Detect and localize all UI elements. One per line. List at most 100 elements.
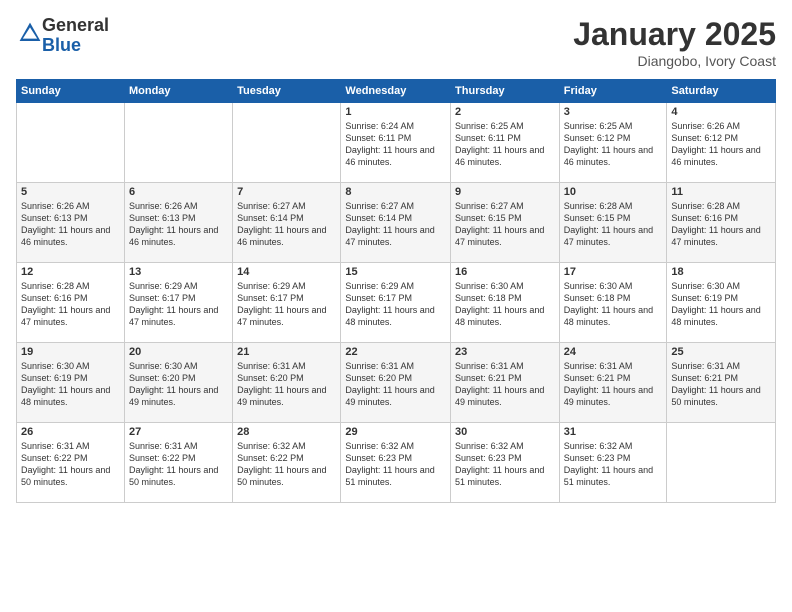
weekday-header-monday: Monday [124,80,232,103]
day-info: Sunrise: 6:27 AMSunset: 6:14 PMDaylight:… [345,200,446,249]
week-row-1: 1Sunrise: 6:24 AMSunset: 6:11 PMDaylight… [17,103,776,183]
day-info: Sunrise: 6:25 AMSunset: 6:11 PMDaylight:… [455,120,555,169]
day-info: Sunrise: 6:31 AMSunset: 6:20 PMDaylight:… [237,360,336,409]
day-cell: 14 Sunrise: 6:29 AMSunset: 6:17 PMDayligh… [233,263,341,343]
day-info: Sunrise: 6:30 AMSunset: 6:18 PMDaylight:… [455,280,555,329]
day-cell [124,103,232,183]
day-number: 25 [671,346,771,358]
day-cell: 13 Sunrise: 6:29 AMSunset: 6:17 PMDayligh… [124,263,232,343]
day-number: 22 [345,346,446,358]
day-cell: 22 Sunrise: 6:31 AMSunset: 6:20 PMDayligh… [341,343,451,423]
day-cell: 30Sunrise: 6:32 AMSunset: 6:23 PMDayligh… [451,423,560,503]
day-info: Sunrise: 6:28 AMSunset: 6:15 PMDaylight:… [564,200,663,249]
day-cell: 5 Sunrise: 6:26 AMSunset: 6:13 PMDaylight… [17,183,125,263]
day-number: 4 [671,106,771,118]
day-cell: 21 Sunrise: 6:31 AMSunset: 6:20 PMDayligh… [233,343,341,423]
day-info: Sunrise: 6:31 AMSunset: 6:22 PMDaylight:… [129,440,228,489]
day-cell: 25 Sunrise: 6:31 AMSunset: 6:21 PMDayligh… [667,343,776,423]
day-info: Sunrise: 6:30 AMSunset: 6:20 PMDaylight:… [129,360,228,409]
day-info: Sunrise: 6:30 AMSunset: 6:19 PMDaylight:… [21,360,120,409]
calendar-table: SundayMondayTuesdayWednesdayThursdayFrid… [16,79,776,503]
day-number: 19 [21,346,120,358]
day-number: 11 [671,186,771,198]
day-info: Sunrise: 6:31 AMSunset: 6:21 PMDaylight:… [671,360,771,409]
day-number: 18 [671,266,771,278]
day-number: 16 [455,266,555,278]
day-number: 31 [564,426,663,438]
day-number: 9 [455,186,555,198]
day-cell: 7 Sunrise: 6:27 AMSunset: 6:14 PMDaylight… [233,183,341,263]
day-info: Sunrise: 6:27 AMSunset: 6:15 PMDaylight:… [455,200,555,249]
day-info: Sunrise: 6:27 AMSunset: 6:14 PMDaylight:… [237,200,336,249]
day-info: Sunrise: 6:29 AMSunset: 6:17 PMDaylight:… [237,280,336,329]
day-cell: 17Sunrise: 6:30 AMSunset: 6:18 PMDayligh… [559,263,667,343]
day-cell: 3Sunrise: 6:25 AMSunset: 6:12 PMDaylight… [559,103,667,183]
day-cell: 10 Sunrise: 6:28 AMSunset: 6:15 PMDayligh… [559,183,667,263]
day-cell: 28Sunrise: 6:32 AMSunset: 6:22 PMDayligh… [233,423,341,503]
day-number: 2 [455,106,555,118]
day-info: Sunrise: 6:31 AMSunset: 6:22 PMDaylight:… [21,440,120,489]
day-info: Sunrise: 6:32 AMSunset: 6:23 PMDaylight:… [564,440,663,489]
logo-blue-text: Blue [42,35,81,55]
day-cell: 12 Sunrise: 6:28 AMSunset: 6:16 PMDayligh… [17,263,125,343]
day-info: Sunrise: 6:29 AMSunset: 6:17 PMDaylight:… [345,280,446,329]
day-number: 7 [237,186,336,198]
day-info: Sunrise: 6:32 AMSunset: 6:23 PMDaylight:… [345,440,446,489]
day-info: Sunrise: 6:30 AMSunset: 6:18 PMDaylight:… [564,280,663,329]
day-number: 3 [564,106,663,118]
day-cell: 8 Sunrise: 6:27 AMSunset: 6:14 PMDaylight… [341,183,451,263]
day-cell: 23 Sunrise: 6:31 AMSunset: 6:21 PMDayligh… [451,343,560,423]
day-info: Sunrise: 6:26 AMSunset: 6:13 PMDaylight:… [129,200,228,249]
day-number: 27 [129,426,228,438]
weekday-header-tuesday: Tuesday [233,80,341,103]
day-number: 12 [21,266,120,278]
day-info: Sunrise: 6:30 AMSunset: 6:19 PMDaylight:… [671,280,771,329]
day-cell [667,423,776,503]
day-number: 8 [345,186,446,198]
day-info: Sunrise: 6:26 AMSunset: 6:13 PMDaylight:… [21,200,120,249]
weekday-header-row: SundayMondayTuesdayWednesdayThursdayFrid… [17,80,776,103]
title-block: January 2025 Diangobo, Ivory Coast [573,16,776,69]
header: General Blue January 2025 Diangobo, Ivor… [16,16,776,69]
day-cell: 31 Sunrise: 6:32 AMSunset: 6:23 PMDayligh… [559,423,667,503]
logo-icon [18,21,42,45]
day-number: 30 [455,426,555,438]
day-cell: 15 Sunrise: 6:29 AMSunset: 6:17 PMDayligh… [341,263,451,343]
day-info: Sunrise: 6:28 AMSunset: 6:16 PMDaylight:… [21,280,120,329]
day-number: 5 [21,186,120,198]
day-cell: 2 Sunrise: 6:25 AMSunset: 6:11 PMDaylight… [451,103,560,183]
week-row-3: 12 Sunrise: 6:28 AMSunset: 6:16 PMDayligh… [17,263,776,343]
day-cell: 26 Sunrise: 6:31 AMSunset: 6:22 PMDayligh… [17,423,125,503]
day-cell: 20Sunrise: 6:30 AMSunset: 6:20 PMDayligh… [124,343,232,423]
day-number: 15 [345,266,446,278]
day-number: 26 [21,426,120,438]
day-number: 6 [129,186,228,198]
day-number: 10 [564,186,663,198]
day-cell: 18 Sunrise: 6:30 AMSunset: 6:19 PMDayligh… [667,263,776,343]
day-number: 21 [237,346,336,358]
day-number: 13 [129,266,228,278]
day-info: Sunrise: 6:29 AMSunset: 6:17 PMDaylight:… [129,280,228,329]
weekday-header-friday: Friday [559,80,667,103]
day-info: Sunrise: 6:31 AMSunset: 6:20 PMDaylight:… [345,360,446,409]
day-cell: 9 Sunrise: 6:27 AMSunset: 6:15 PMDaylight… [451,183,560,263]
weekday-header-sunday: Sunday [17,80,125,103]
week-row-5: 26 Sunrise: 6:31 AMSunset: 6:22 PMDayligh… [17,423,776,503]
day-info: Sunrise: 6:31 AMSunset: 6:21 PMDaylight:… [455,360,555,409]
day-info: Sunrise: 6:31 AMSunset: 6:21 PMDaylight:… [564,360,663,409]
day-cell: 1Sunrise: 6:24 AMSunset: 6:11 PMDaylight… [341,103,451,183]
day-cell: 29Sunrise: 6:32 AMSunset: 6:23 PMDayligh… [341,423,451,503]
day-cell [17,103,125,183]
day-cell: 24Sunrise: 6:31 AMSunset: 6:21 PMDayligh… [559,343,667,423]
day-cell: 16 Sunrise: 6:30 AMSunset: 6:18 PMDayligh… [451,263,560,343]
day-number: 1 [345,106,446,118]
month-title: January 2025 [573,16,776,53]
week-row-2: 5 Sunrise: 6:26 AMSunset: 6:13 PMDaylight… [17,183,776,263]
day-info: Sunrise: 6:32 AMSunset: 6:22 PMDaylight:… [237,440,336,489]
location: Diangobo, Ivory Coast [573,53,776,69]
day-number: 23 [455,346,555,358]
day-cell: 27 Sunrise: 6:31 AMSunset: 6:22 PMDayligh… [124,423,232,503]
day-cell: 6 Sunrise: 6:26 AMSunset: 6:13 PMDaylight… [124,183,232,263]
day-number: 14 [237,266,336,278]
week-row-4: 19 Sunrise: 6:30 AMSunset: 6:19 PMDayligh… [17,343,776,423]
